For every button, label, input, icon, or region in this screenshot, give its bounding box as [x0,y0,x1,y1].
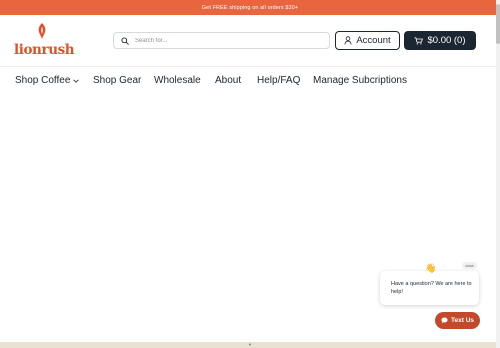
search-icon [121,36,135,45]
chevron-down-icon [73,79,80,83]
nav-item-shop-coffee[interactable]: Shop Coffee [15,75,80,86]
chat-message: Have a question? We are here to help! [391,281,472,295]
nav-item-label: Manage Subcriptions [313,75,407,86]
text-us-label: Text Us [451,317,474,324]
scrollbar-thumb[interactable] [496,4,500,44]
scrollbar[interactable] [496,0,500,348]
lion-logo-icon [38,23,46,39]
user-icon [344,32,352,50]
close-button[interactable]: close [462,262,477,269]
nav-item-help-faq[interactable]: Help/FAQ [257,75,300,86]
nav-item-manage-subscriptions[interactable]: Manage Subcriptions [313,75,407,86]
nav-item-about[interactable]: About [215,75,241,86]
nav-item-label: Shop Gear [93,75,142,86]
account-label: Account [356,35,391,46]
nav-item-wholesale[interactable]: Wholesale [154,75,201,86]
nav-item-label: Wholesale [154,75,201,86]
search-input[interactable] [135,37,315,44]
cart-button[interactable]: $0.00 (0) [404,31,476,50]
logo[interactable]: lionrush [14,22,75,60]
nav-item-label: About [215,75,242,86]
header: lionrush Account [0,15,500,66]
main-nav: Shop Coffee Shop Gear Wholesale About He… [0,66,500,95]
cart-total: $0.00 (0) [427,35,466,46]
logo-wordmark: lionrush [14,42,75,58]
text-us-button[interactable]: Text Us [435,312,480,329]
nav-item-label: Help/FAQ [257,75,301,86]
search-box[interactable] [113,32,330,49]
nav-item-label: Shop Coffee [15,75,71,86]
chat-icon [441,317,448,324]
promo-text: Get FREE shipping on all orders $30+ [201,4,299,11]
close-label: close [465,263,474,268]
waving-hand-icon: 👋 [425,263,437,273]
nav-item-shop-gear[interactable]: Shop Gear [93,75,141,86]
chevron-down-icon: ▼ [248,342,252,347]
cart-icon [414,32,424,50]
promo-bar: Get FREE shipping on all orders $30+ [0,0,500,15]
account-button[interactable]: Account [335,31,400,50]
footer-strip: ▼ [0,342,500,348]
page: Get FREE shipping on all orders $30+ lio… [0,0,500,348]
chat-bubble: Have a question? We are here to help! [380,271,479,305]
